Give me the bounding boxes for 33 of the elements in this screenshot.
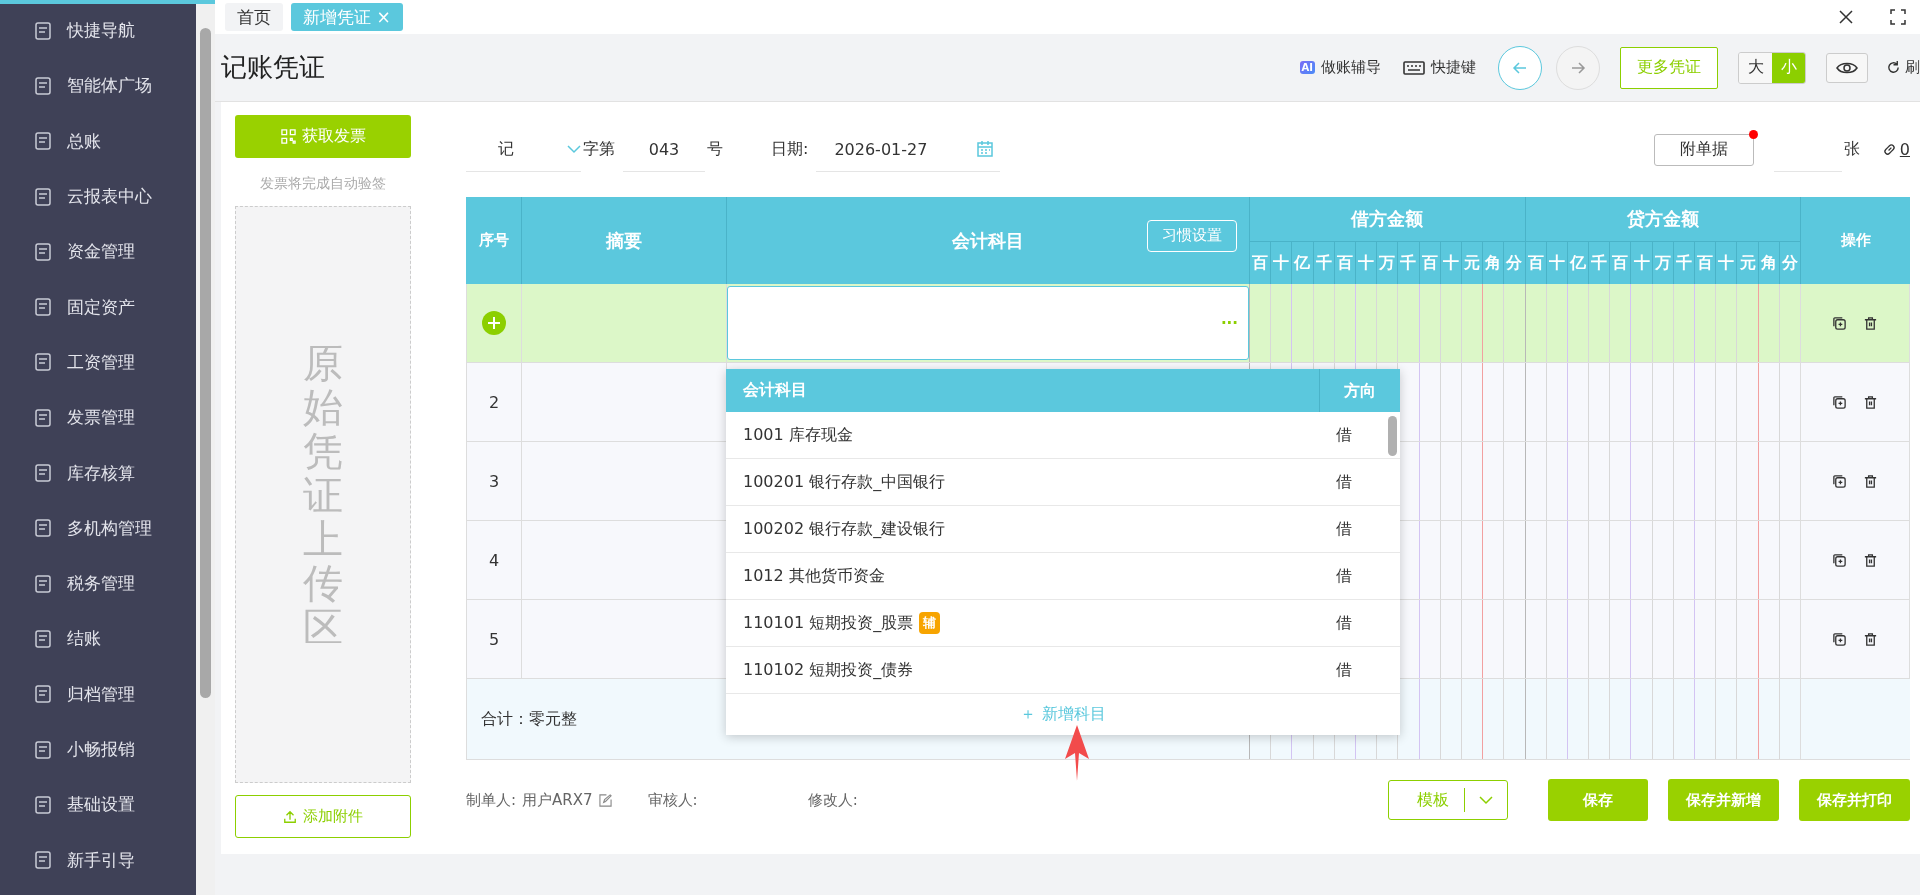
maker-name: 用户ARX7 bbox=[522, 790, 593, 810]
subject-name: 100201 银行存款_中国银行 bbox=[743, 471, 946, 493]
subject-name: 100202 银行存款_建设银行 bbox=[743, 518, 946, 540]
label: 字第 bbox=[583, 139, 615, 160]
direction-text: 借 bbox=[1335, 518, 1353, 540]
header-cell-text: 序号 bbox=[477, 230, 510, 251]
ai-icon: AI bbox=[1299, 61, 1315, 74]
row-number: 2 bbox=[488, 392, 500, 412]
direction-text: 借 bbox=[1335, 659, 1353, 681]
header-cell: 贷方金额 bbox=[1524, 197, 1800, 241]
row-number: 5 bbox=[488, 629, 500, 649]
total-text: 合计：零元整 bbox=[481, 708, 577, 730]
header-cell: 借方金额 bbox=[1249, 197, 1525, 241]
page-title: 记账凭证 bbox=[221, 51, 325, 84]
reviewer-label: 审核人: bbox=[647, 790, 698, 810]
maker-label: 制单人: bbox=[466, 790, 517, 810]
direction-text: 借 bbox=[1335, 565, 1353, 587]
direction-text: 借 bbox=[1335, 471, 1353, 493]
direction-text: 借 bbox=[1335, 612, 1353, 634]
tag: 辅 bbox=[919, 612, 941, 634]
subject-name: 110101 短期投资_股票 bbox=[743, 612, 914, 634]
label: 号 bbox=[707, 139, 723, 160]
subject-name: 1012 其他货币资金 bbox=[743, 565, 885, 587]
header-cell-text: 会计科目 bbox=[742, 380, 808, 401]
date-label: 日期: bbox=[771, 139, 809, 160]
hint-text: 发票将完成自动验签 bbox=[259, 175, 387, 193]
header-cell: 方向 bbox=[1319, 369, 1400, 412]
unit-label: 张 bbox=[1843, 139, 1860, 160]
subject-name: 110102 短期投资_债券 bbox=[743, 659, 914, 681]
modifier-label: 修改人: bbox=[807, 790, 858, 810]
row-number: 4 bbox=[488, 550, 500, 570]
row-number: 3 bbox=[488, 471, 500, 491]
header-cell: 会计科目 bbox=[952, 228, 1024, 253]
